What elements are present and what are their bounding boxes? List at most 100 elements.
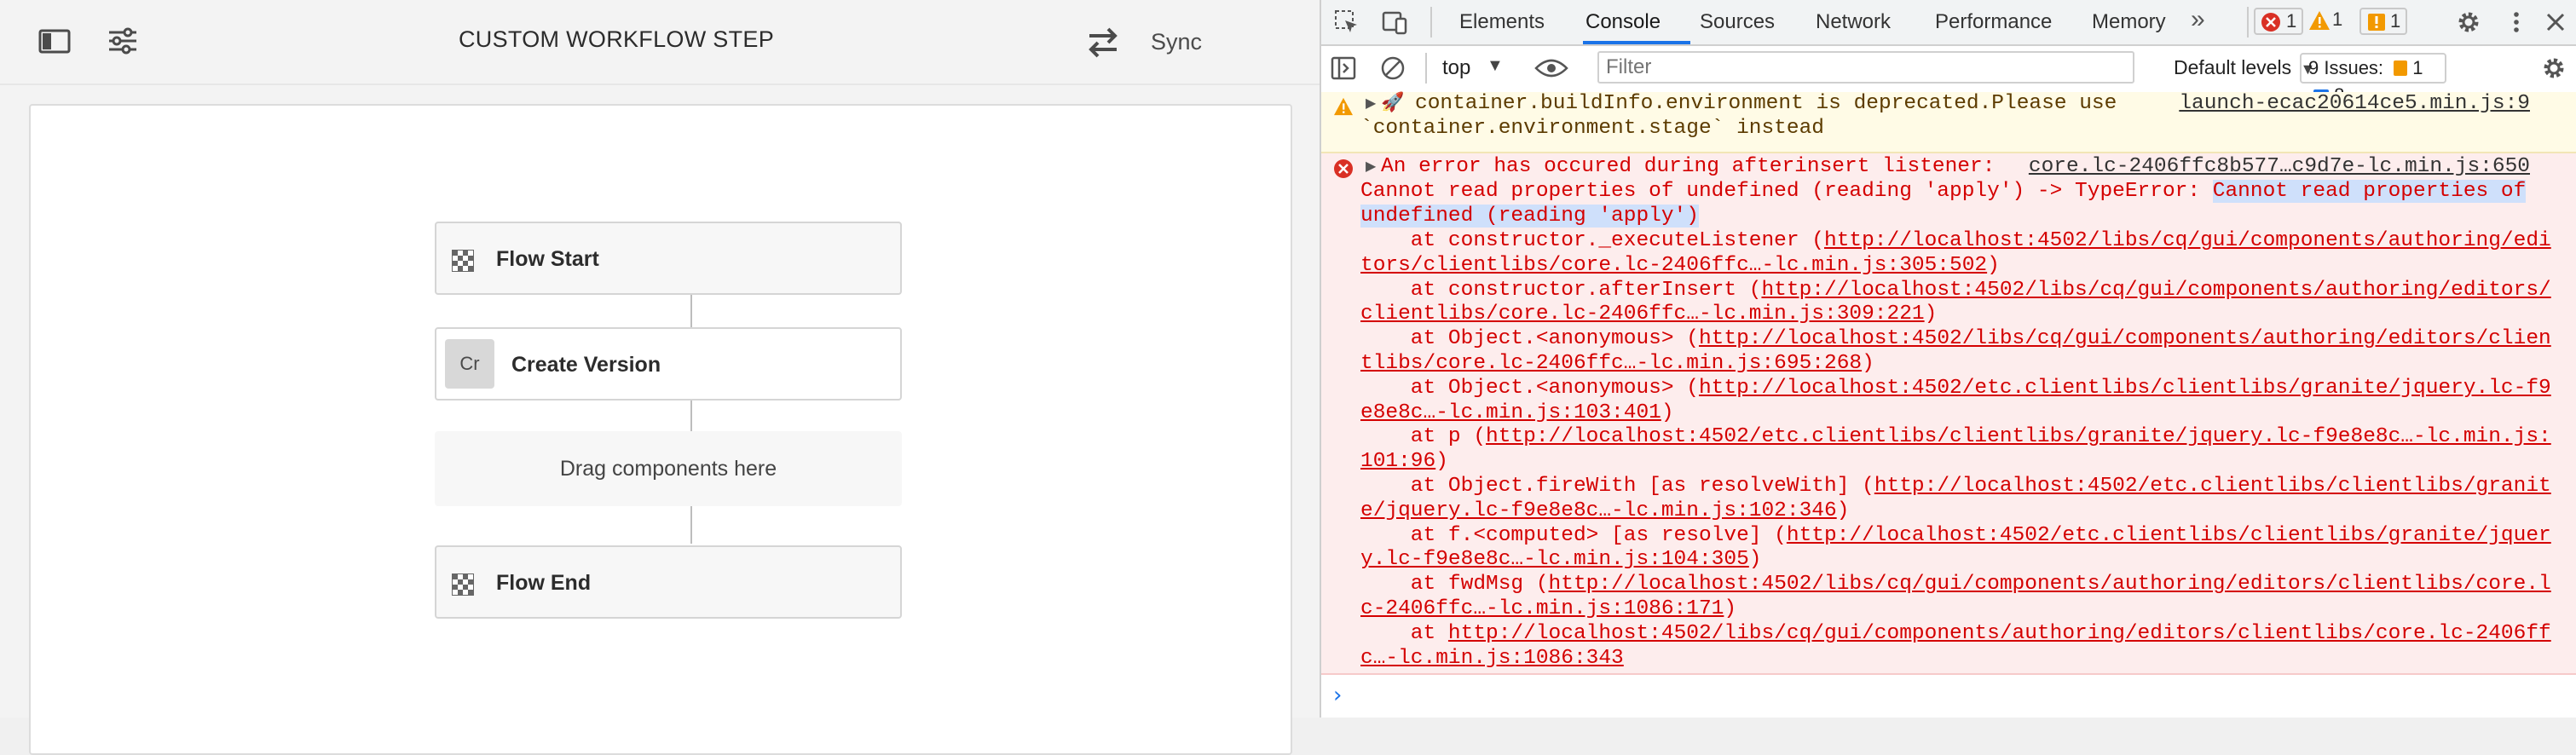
stack-frame-link[interactable]: c-2406ffc…-lc.min.js:1086:171 [1360,597,1724,620]
stack-trace-line: at f.<computed> [as resolve] (http://loc… [1360,524,2551,549]
stack-frame-text: ) [1724,597,1737,620]
create-version-icon: Cr [445,339,494,389]
stack-frame-link[interactable]: http://localhost:4502/etc.clientlibs/cli… [1874,475,2551,498]
issue-warning-icon [2394,61,2408,76]
flow-start-step[interactable]: Flow Start [435,222,902,295]
warning-icon [1334,97,1353,116]
checkerboard-icon [452,573,474,596]
stack-frame-link[interactable]: 101:96 [1360,450,1435,473]
stack-trace-line: at http://localhost:4502/libs/cq/gui/com… [1360,622,2551,647]
console-settings-icon[interactable] [2540,55,2567,82]
stack-frame-text: ) [1748,548,1762,572]
step-connector [690,506,692,544]
editor-toolbar: CUSTOM WORKFLOW STEP Sync [0,0,1320,85]
tab-elements[interactable]: Elements [1459,10,1545,34]
stack-trace-line: 101:96) [1360,450,1448,475]
stack-frame-text: at [1360,621,1448,645]
console-error-message: ▶ An error has occured during afterinser… [1321,153,2576,675]
tab-memory[interactable]: Memory [2092,10,2166,34]
stack-frame-text: ) [1836,499,1850,522]
filter-input[interactable] [1597,51,2134,84]
stack-trace-line: c…-lc.min.js:1086:343 [1360,647,1624,671]
stack-trace-line: y.lc-f9e8e8c…-lc.min.js:104:305) [1360,548,1761,573]
drop-zone-label: Drag components here [559,457,777,481]
stack-frame-text: at p ( [1360,425,1487,449]
properties-sliders-icon[interactable] [106,24,140,58]
devtools-panel: Elements Console Sources Network Perform… [1320,0,2576,718]
log-levels-label: Default levels [2174,56,2292,78]
divider [2247,7,2249,37]
stack-trace-line: at constructor.afterInsert (http://local… [1360,279,2551,303]
context-selector[interactable]: top ▼ [1442,56,1504,80]
stack-trace-line: at p (http://localhost:4502/etc.clientli… [1360,425,2551,450]
error-count: 1 [2286,10,2297,32]
stack-trace-line: tlibs/core.lc-2406ffc…-lc.min.js:695:268… [1360,352,1874,377]
more-tabs-button[interactable]: » [2191,5,2205,34]
close-icon[interactable] [2542,9,2569,36]
tab-console[interactable]: Console [1585,10,1661,34]
settings-gear-icon[interactable] [2455,9,2482,36]
error-source-link[interactable]: core.lc-2406ffc8b577…c9d7e-lc.min.js:650 [2029,155,2530,180]
console-warning-message: ▶ 🚀 container.buildInfo.environment is d… [1321,92,2576,153]
stack-frame-link[interactable]: http://localhost:4502/libs/cq/gui/compon… [1448,622,2551,645]
issue-flag-icon [2368,14,2385,31]
stack-frame-link[interactable]: http://localhost:4502/libs/cq/gui/compon… [1824,229,2551,252]
side-panel-toggle-icon[interactable] [38,24,72,58]
eye-icon[interactable] [1534,55,1568,82]
tab-sources[interactable]: Sources [1700,10,1775,34]
stack-trace-line: at Object.<anonymous> (http://localhost:… [1360,327,2551,352]
devtools-tabbar: Elements Console Sources Network Perform… [1321,0,2576,46]
sync-button[interactable]: Sync [1151,29,1202,55]
log-levels-dropdown[interactable]: Default levels ▼ [2174,56,2315,79]
drop-zone[interactable]: Drag components here [435,431,902,506]
warning-source-link[interactable]: launch-ecac20614ce5.min.js:9 [2179,92,2530,117]
stack-frame-link[interactable]: c…-lc.min.js:1086:343 [1360,647,1624,670]
rocket-icon: 🚀 [1381,93,1405,114]
tab-network[interactable]: Network [1816,10,1891,34]
error-message-text: Cannot read properties of undefined (rea… [1360,180,2213,203]
issues-label: 9 Issues: [2308,57,2384,78]
more-options-icon[interactable] [2503,9,2530,36]
stack-frame-text: at Object.fireWith [as resolveWith] ( [1360,475,1874,498]
inspect-element-icon[interactable] [1333,9,1360,36]
stack-frame-link[interactable]: e/jquery.lc-f9e8e8c…-lc.min.js:102:346 [1360,499,1837,522]
page-title: CUSTOM WORKFLOW STEP [459,26,775,52]
stack-frame-link[interactable]: http://localhost:4502/etc.clientlibs/cli… [1486,425,2551,448]
stack-trace-line: at constructor._executeListener (http://… [1360,229,2551,254]
clear-console-icon[interactable] [1379,55,1406,82]
checkerboard-icon [452,250,474,272]
stack-frame-link[interactable]: http://localhost:4502/etc.clientlibs/cli… [1787,524,2551,547]
divider [1430,7,1432,37]
device-toolbar-icon[interactable] [1381,9,1408,36]
console-prompt[interactable]: › [1321,680,2576,718]
expand-triangle-icon[interactable]: ▶ [1366,155,1376,179]
stack-frame-link[interactable]: y.lc-f9e8e8c…-lc.min.js:104:305 [1360,548,1749,571]
warning-text-line2: `container.environment.stage` instead [1360,117,1824,140]
stack-frame-link[interactable]: clientlibs/core.lc-2406ffc…-lc.min.js:30… [1360,303,1925,326]
error-message-highlight: undefined (reading 'apply') [1360,205,1699,228]
stack-frame-link[interactable]: http://localhost:4502/etc.clientlibs/cli… [1699,377,2551,400]
error-icon [2261,13,2280,32]
expand-triangle-icon[interactable]: ▶ [1366,92,1376,116]
stack-frame-link[interactable]: http://localhost:4502/libs/cq/gui/compon… [1699,327,2551,350]
warning-count-badge[interactable]: 1 [2305,8,2348,35]
create-version-step[interactable]: Cr Create Version [435,327,902,401]
sync-arrows-icon[interactable] [1084,26,1122,60]
issues-button[interactable]: 9 Issues: 1 8 [2300,53,2446,106]
stack-frame-link[interactable]: tors/clientlibs/core.lc-2406ffc…-lc.min.… [1360,254,1987,277]
stack-frame-text: at fwdMsg ( [1360,573,1549,597]
stack-frame-text: at constructor._executeListener ( [1360,229,1824,252]
sidebar-toggle-icon[interactable] [1330,55,1357,82]
stack-frame-link[interactable]: e8e8c…-lc.min.js:103:401 [1360,401,1661,424]
info-count-badge[interactable]: 1 [2359,8,2408,35]
stack-frame-link[interactable]: http://localhost:4502/libs/cq/gui/compon… [1549,573,2551,596]
stack-frame-link[interactable]: tlibs/core.lc-2406ffc…-lc.min.js:695:268 [1360,352,1862,375]
stack-trace-line: e/jquery.lc-f9e8e8c…-lc.min.js:102:346) [1360,499,1849,524]
stack-trace-line: tors/clientlibs/core.lc-2406ffc…-lc.min.… [1360,254,2000,279]
tab-performance[interactable]: Performance [1935,10,2052,34]
error-message-line: undefined (reading 'apply') [1360,205,1699,229]
error-count-badge[interactable]: 1 [2254,8,2304,35]
warning-text-line1: container.buildInfo.environment is depre… [1415,92,2117,115]
flow-end-step[interactable]: Flow End [435,545,902,619]
stack-frame-link[interactable]: http://localhost:4502/libs/cq/gui/compon… [1761,279,2550,302]
